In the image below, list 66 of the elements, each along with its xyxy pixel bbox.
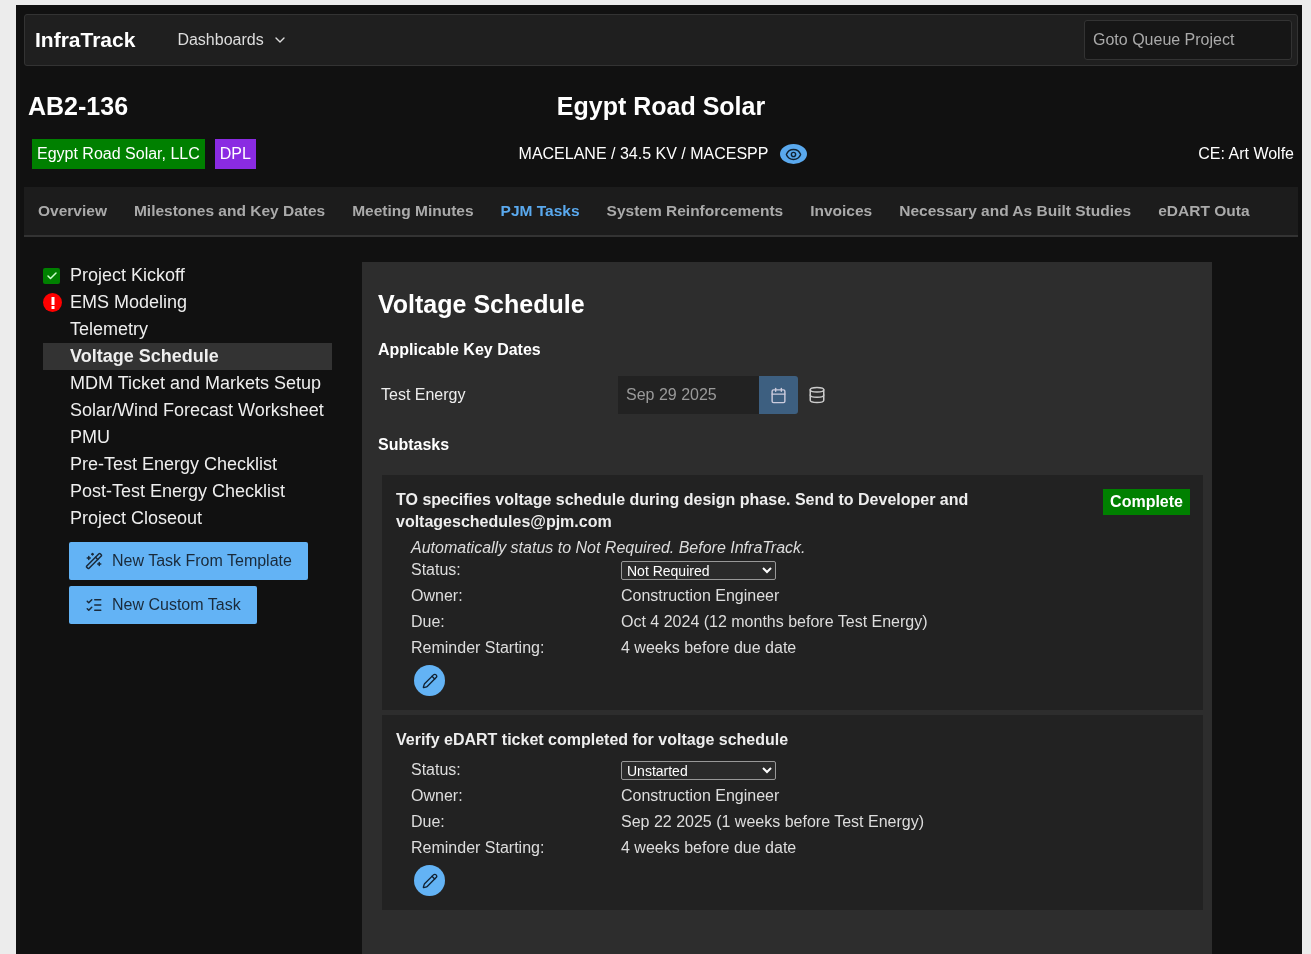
tab[interactable]: Milestones and Key Dates (119, 187, 339, 235)
pencil-icon (421, 672, 438, 689)
task-title: Voltage Schedule (378, 290, 586, 319)
field-label: Due: (411, 613, 446, 631)
field-label: Reminder Starting: (411, 839, 546, 857)
sidebar-item[interactable]: PMU (43, 424, 332, 451)
section-heading: Subtasks (378, 436, 451, 454)
edit-button[interactable] (414, 665, 445, 696)
edit-button[interactable] (414, 865, 445, 896)
field-label: Due: (411, 813, 446, 831)
database-icon[interactable] (808, 386, 826, 404)
tab[interactable]: Meeting Minutes (338, 187, 487, 235)
field-value: Construction Engineer (621, 587, 781, 605)
tag: Egypt Road Solar, LLC (32, 139, 205, 169)
check-icon (43, 267, 60, 284)
field-label: Owner: (411, 587, 464, 605)
status-badge: Complete (1103, 489, 1190, 515)
sidebar-item[interactable]: Telemetry (43, 316, 332, 343)
project-id: AB2-136 (28, 92, 130, 121)
field-label: Status: (411, 761, 462, 779)
calendar-icon (770, 386, 787, 404)
field-label: Status: (411, 561, 462, 579)
field-label: Reminder Starting: (411, 639, 546, 657)
field-value: Oct 4 2024 (12 months before Test Energy) (621, 613, 929, 631)
tab[interactable]: PJM Tasks (486, 187, 593, 235)
alert-icon (43, 293, 62, 312)
field-label: Owner: (411, 787, 464, 805)
wand-icon (85, 552, 103, 570)
search-field[interactable]: Goto Queue Project (1084, 20, 1292, 60)
sidebar-item[interactable]: Project Kickoff (43, 262, 332, 289)
tab[interactable]: eDART Outa (1144, 187, 1263, 235)
calendar-button[interactable] (759, 376, 798, 414)
subtask-note: Automatically status to Not Required. Before InfraTrack. (409, 539, 807, 557)
template-button[interactable]: New Task From Template (69, 542, 308, 580)
field-value: 4 weeks before due date (621, 839, 798, 857)
custom-task-button[interactable]: New Custom Task (69, 586, 257, 624)
tag: DPL (214, 139, 256, 169)
pencil-icon (421, 872, 438, 889)
sidebar-item[interactable]: EMS Modeling (43, 289, 332, 316)
route-text: MACELANE / 34.5 KV / MACESPP (518, 145, 769, 163)
tab[interactable]: Necessary and As Built Studies (885, 187, 1145, 235)
sidebar-item[interactable]: Project Closeout (43, 505, 332, 532)
subtask-title: Verify eDART ticket completed for voltage schedule (396, 730, 789, 750)
tab[interactable]: Overview (24, 187, 120, 235)
tab[interactable]: Invoices (796, 187, 886, 235)
checklist-icon (85, 596, 103, 614)
view-button[interactable] (780, 144, 808, 164)
sidebar-item[interactable]: Solar/Wind Forecast Worksheet (43, 397, 332, 424)
subtask-title: TO specifies voltage schedule during design phase. Send to Developer and voltageschedules@pjm.com (396, 490, 970, 532)
project-title: Egypt Road Solar (556, 92, 766, 121)
tab[interactable]: System Reinforcements (592, 187, 797, 235)
date-field[interactable]: Sep 29 2025 (618, 376, 759, 414)
field-value: 4 weeks before due date (621, 639, 798, 657)
sidebar-item[interactable]: MDM Ticket and Markets Setup (43, 370, 332, 397)
dashboards-menu[interactable]: Dashboards (171, 30, 294, 50)
status-select[interactable]: Unstarted (621, 760, 776, 780)
brand-logo[interactable]: InfraTrack (35, 28, 136, 52)
sidebar-item[interactable]: Post-Test Energy Checklist (43, 478, 332, 505)
field-value: Sep 22 2025 (1 weeks before Test Energy) (621, 813, 925, 831)
status-select[interactable]: Not Required (621, 560, 776, 580)
key-date-label: Test Energy (381, 386, 467, 404)
sidebar-item[interactable]: Voltage Schedule (43, 343, 332, 370)
engineer-text: CE: Art Wolfe (1198, 145, 1294, 163)
field-value: Construction Engineer (621, 787, 781, 805)
sidebar-item[interactable]: Pre-Test Energy Checklist (43, 451, 332, 478)
section-heading: Applicable Key Dates (378, 341, 542, 359)
